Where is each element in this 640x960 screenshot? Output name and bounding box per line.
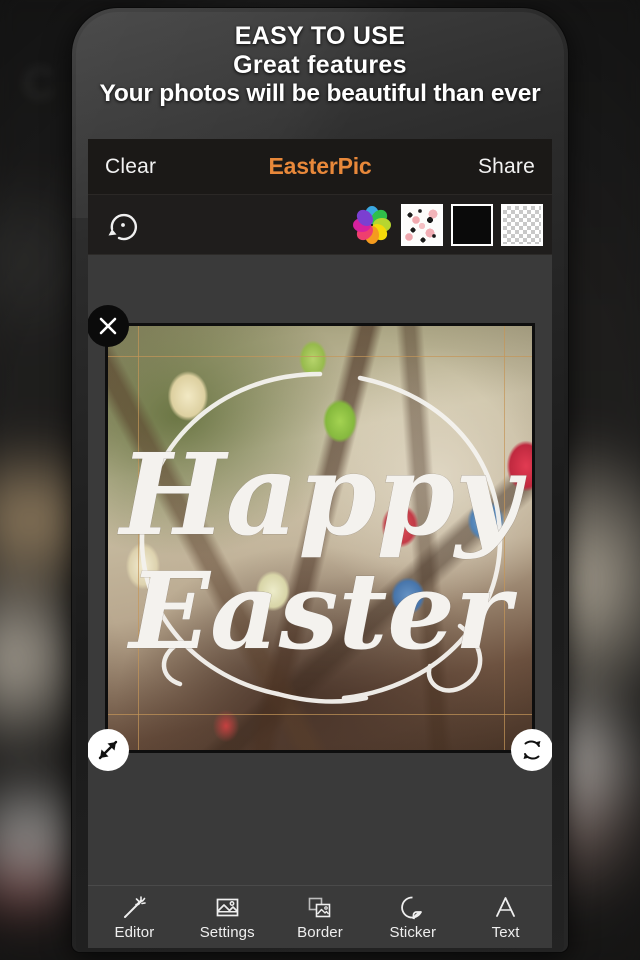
rotate-handle[interactable] [511,729,552,771]
promo-line-1: EASY TO USE [234,22,406,50]
share-button[interactable]: Share [478,155,535,179]
image-icon [214,894,241,921]
border-frames-icon [306,894,333,921]
clear-button[interactable]: Clear [105,155,156,179]
tab-text[interactable]: Text [459,886,552,948]
tab-label-border: Border [297,923,343,941]
close-x-icon [99,317,117,335]
rotate-arrows-icon [523,740,541,760]
promo-line-3: Your photos will be beautiful than ever [99,80,541,107]
floral-pattern-swatch[interactable] [401,203,443,246]
text-a-icon [492,894,519,921]
editor-canvas[interactable]: Happy Easter [88,255,552,885]
photo-selection-frame[interactable]: Happy Easter [88,305,552,771]
guide-line-left [138,326,139,750]
tab-settings[interactable]: Settings [181,886,274,948]
photo-vignette [108,326,532,750]
promo-line-2: Great features [233,51,407,79]
delete-handle[interactable] [88,305,129,347]
sticker-peel-icon [399,894,426,921]
guide-line-bottom [108,714,532,715]
tab-label-editor: Editor [114,923,155,941]
black-color-swatch[interactable] [451,203,493,246]
resize-handle[interactable] [88,729,129,771]
navigation-bar: Clear EasterPic Share [88,139,552,195]
swatch-list [351,203,543,246]
tab-label-text: Text [491,923,520,941]
app-screen: Clear EasterPic Share Happy Easter Edito… [88,139,552,948]
magic-wand-icon [121,894,148,921]
device-frame: EASY TO USE Great features Your photos w… [72,8,568,952]
tool-strip [88,195,552,255]
tab-editor[interactable]: Editor [88,886,181,948]
app-screenshot: EASY TO USE C EASY TO USE Great features… [0,0,640,960]
bottom-tab-bar: Editor Settings Border Sticker Text [88,885,552,948]
color-wheel-icon [353,205,391,244]
tab-label-sticker: Sticker [389,923,437,941]
guide-line-right [504,326,505,750]
tab-border[interactable]: Border [274,886,367,948]
diagonal-resize-arrow-icon [98,740,118,760]
promo-headline: EASY TO USE Great features Your photos w… [76,22,564,108]
easter-eggs-photo[interactable]: Happy Easter [108,326,532,750]
tab-sticker[interactable]: Sticker [366,886,459,948]
rotate-undo-icon [108,213,137,240]
color-wheel-swatch[interactable] [351,204,393,246]
guide-line-top [108,356,532,357]
undo-button[interactable] [100,202,146,248]
tab-label-settings: Settings [199,923,255,941]
transparent-swatch[interactable] [501,203,543,246]
